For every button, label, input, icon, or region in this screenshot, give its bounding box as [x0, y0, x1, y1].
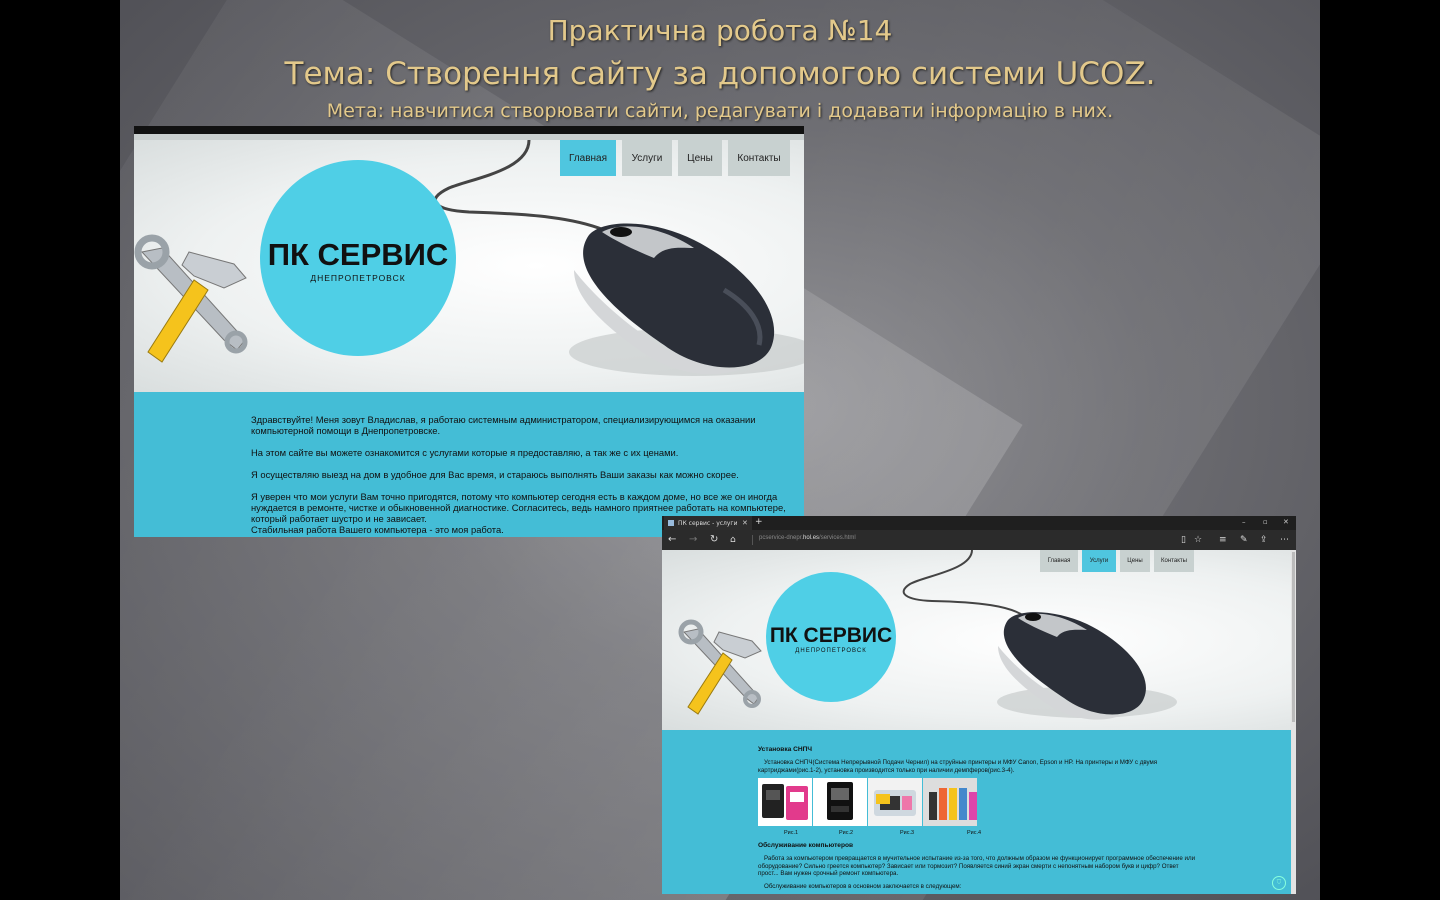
logo-subtitle: ДНЕПРОПЕТРОВСК: [310, 273, 406, 283]
section-title-maintenance: Обслуживание компьютеров: [758, 842, 854, 849]
favorite-icon[interactable]: ☆: [1194, 534, 1202, 546]
close-window-button[interactable]: ✕: [1283, 518, 1289, 526]
image-captions: Рис.1 Рис.2 Рис.3 Рис.4: [758, 830, 1018, 838]
caption-fig4: Рис.4: [967, 830, 982, 836]
tab-close-icon[interactable]: ✕: [742, 519, 748, 527]
mouse-cable: [902, 550, 1025, 617]
logo-title: ПК СЕРВИС: [267, 237, 449, 272]
section-title-ciss: Установка СНПЧ: [758, 746, 813, 753]
url-field[interactable]: pcservice-dnepr.hol.es/services.html: [752, 535, 1139, 545]
nav-home[interactable]: Главная: [1040, 550, 1078, 572]
minimize-button[interactable]: –: [1242, 518, 1246, 526]
site-favicon-icon: [668, 520, 674, 526]
browser-tab[interactable]: ПК сервис - услуги ✕: [664, 516, 752, 530]
intro-paragraph: На этом сайте вы можете ознакомится с ус…: [251, 447, 679, 458]
section-text-maintenance: Работа за компьютером превращается в муч…: [758, 855, 1196, 878]
slide-title: Практична робота №14: [547, 14, 893, 47]
url-domain: hol.es: [803, 535, 820, 541]
site-nav: Главная Услуги Цены Контакты: [560, 140, 790, 176]
black-cartridge-image: [758, 778, 812, 826]
maximize-button[interactable]: ▫: [1263, 518, 1268, 526]
page-scrollbar[interactable]: [1291, 550, 1296, 894]
mouse-and-tools-illustration: [678, 550, 1177, 720]
logo-title: ПК СЕРВИС: [769, 624, 893, 647]
caption-fig2: Рис.2: [839, 830, 854, 836]
url-prefix: pcservice-dnepr.: [759, 535, 804, 541]
mouse-and-tools-illustration: [134, 140, 804, 376]
hub-icon[interactable]: ≡: [1219, 534, 1227, 546]
more-icon[interactable]: ⋯: [1280, 534, 1289, 546]
note-icon[interactable]: ✎: [1240, 534, 1248, 546]
scrollbar-thumb[interactable]: [1292, 552, 1295, 722]
maintenance-section: Обслуживание компьютеров Работа за компь…: [758, 842, 1198, 890]
browser-tab-bar: ПК сервис - услуги ✕ + – ▫ ✕: [662, 516, 1296, 530]
url-path: /services.html: [819, 535, 856, 541]
cartridge-images: [758, 778, 978, 826]
logo-subtitle: ДНЕПРОПЕТРОВСК: [795, 648, 867, 654]
browser-address-bar: ← → ↻ ⌂ pcservice-dnepr.hol.es/services.…: [662, 530, 1296, 550]
intro-paragraph: Здравствуйте! Меня зовут Владислав, я ра…: [251, 414, 756, 436]
reading-view-icon[interactable]: ▯: [1181, 534, 1186, 546]
nav-services[interactable]: Услуги: [1082, 550, 1116, 572]
forward-icon[interactable]: →: [689, 534, 697, 546]
hammer-and-wrench-icon: [134, 234, 248, 363]
ciss-section: Установка СНПЧ Установка СНПЧ(Система Не…: [758, 746, 1198, 774]
damper-cartridge-image: [868, 778, 922, 826]
nav-contacts[interactable]: Контакты: [1154, 550, 1194, 572]
nav-services[interactable]: Услуги: [622, 140, 672, 176]
nav-prices[interactable]: Цены: [1120, 550, 1150, 572]
site-nav: Главная Услуги Цены Контакты: [1040, 550, 1194, 572]
refresh-icon[interactable]: ↻: [710, 534, 718, 546]
services-page: ПК СЕРВИС ДНЕПРОПЕТРОВСК Главная Услуги …: [662, 550, 1291, 894]
caption-fig1: Рис.1: [784, 830, 799, 836]
hammer-and-wrench-icon: [678, 619, 762, 715]
site-top-strip: [134, 126, 804, 134]
nav-home[interactable]: Главная: [560, 140, 616, 176]
nav-contacts[interactable]: Контакты: [728, 140, 790, 176]
section-text-maintenance-list-intro: Обслуживание компьютеров в основном закл…: [764, 882, 962, 890]
site-header-banner: ПК СЕРВИС ДНЕПРОПЕТРОВСК Главная Услуги …: [134, 140, 804, 392]
color-cartridge-image: [813, 778, 867, 826]
shield-icon[interactable]: ⛉: [1272, 876, 1286, 890]
ciss-kit-image: [923, 778, 977, 826]
section-text-ciss: Установка СНПЧ(Система Непрерывной Подач…: [758, 759, 1158, 774]
intro-paragraph: Я осуществляю выезд на дом в удобное для…: [251, 469, 739, 480]
services-content: Установка СНПЧ Установка СНПЧ(Система Не…: [662, 730, 1291, 894]
slide-topic: Тема: Створення сайту за допомогою систе…: [284, 56, 1156, 92]
back-icon[interactable]: ←: [668, 534, 676, 546]
site-header-banner: ПК СЕРВИС ДНЕПРОПЕТРОВСК Главная Услуги …: [662, 550, 1291, 730]
tab-title: ПК сервис - услуги: [678, 519, 738, 527]
slide-goal: Мета: навчитися створювати сайти, редагу…: [326, 100, 1114, 122]
logo-circle: ПК СЕРВИС ДНЕПРОПЕТРОВСК: [260, 160, 456, 356]
browser-window-screenshot: ПК сервис - услуги ✕ + – ▫ ✕ ← → ↻ ⌂ pcs…: [662, 516, 1296, 894]
home-icon[interactable]: ⌂: [730, 534, 736, 546]
share-icon[interactable]: ⇪: [1260, 534, 1268, 546]
logo-circle: ПК СЕРВИС ДНЕПРОПЕТРОВСК: [766, 572, 896, 702]
website-home-screenshot: ПК СЕРВИС ДНЕПРОПЕТРОВСК Главная Услуги …: [134, 126, 804, 537]
caption-fig3: Рис.3: [900, 830, 915, 836]
new-tab-button[interactable]: +: [755, 517, 763, 527]
nav-prices[interactable]: Цены: [678, 140, 722, 176]
